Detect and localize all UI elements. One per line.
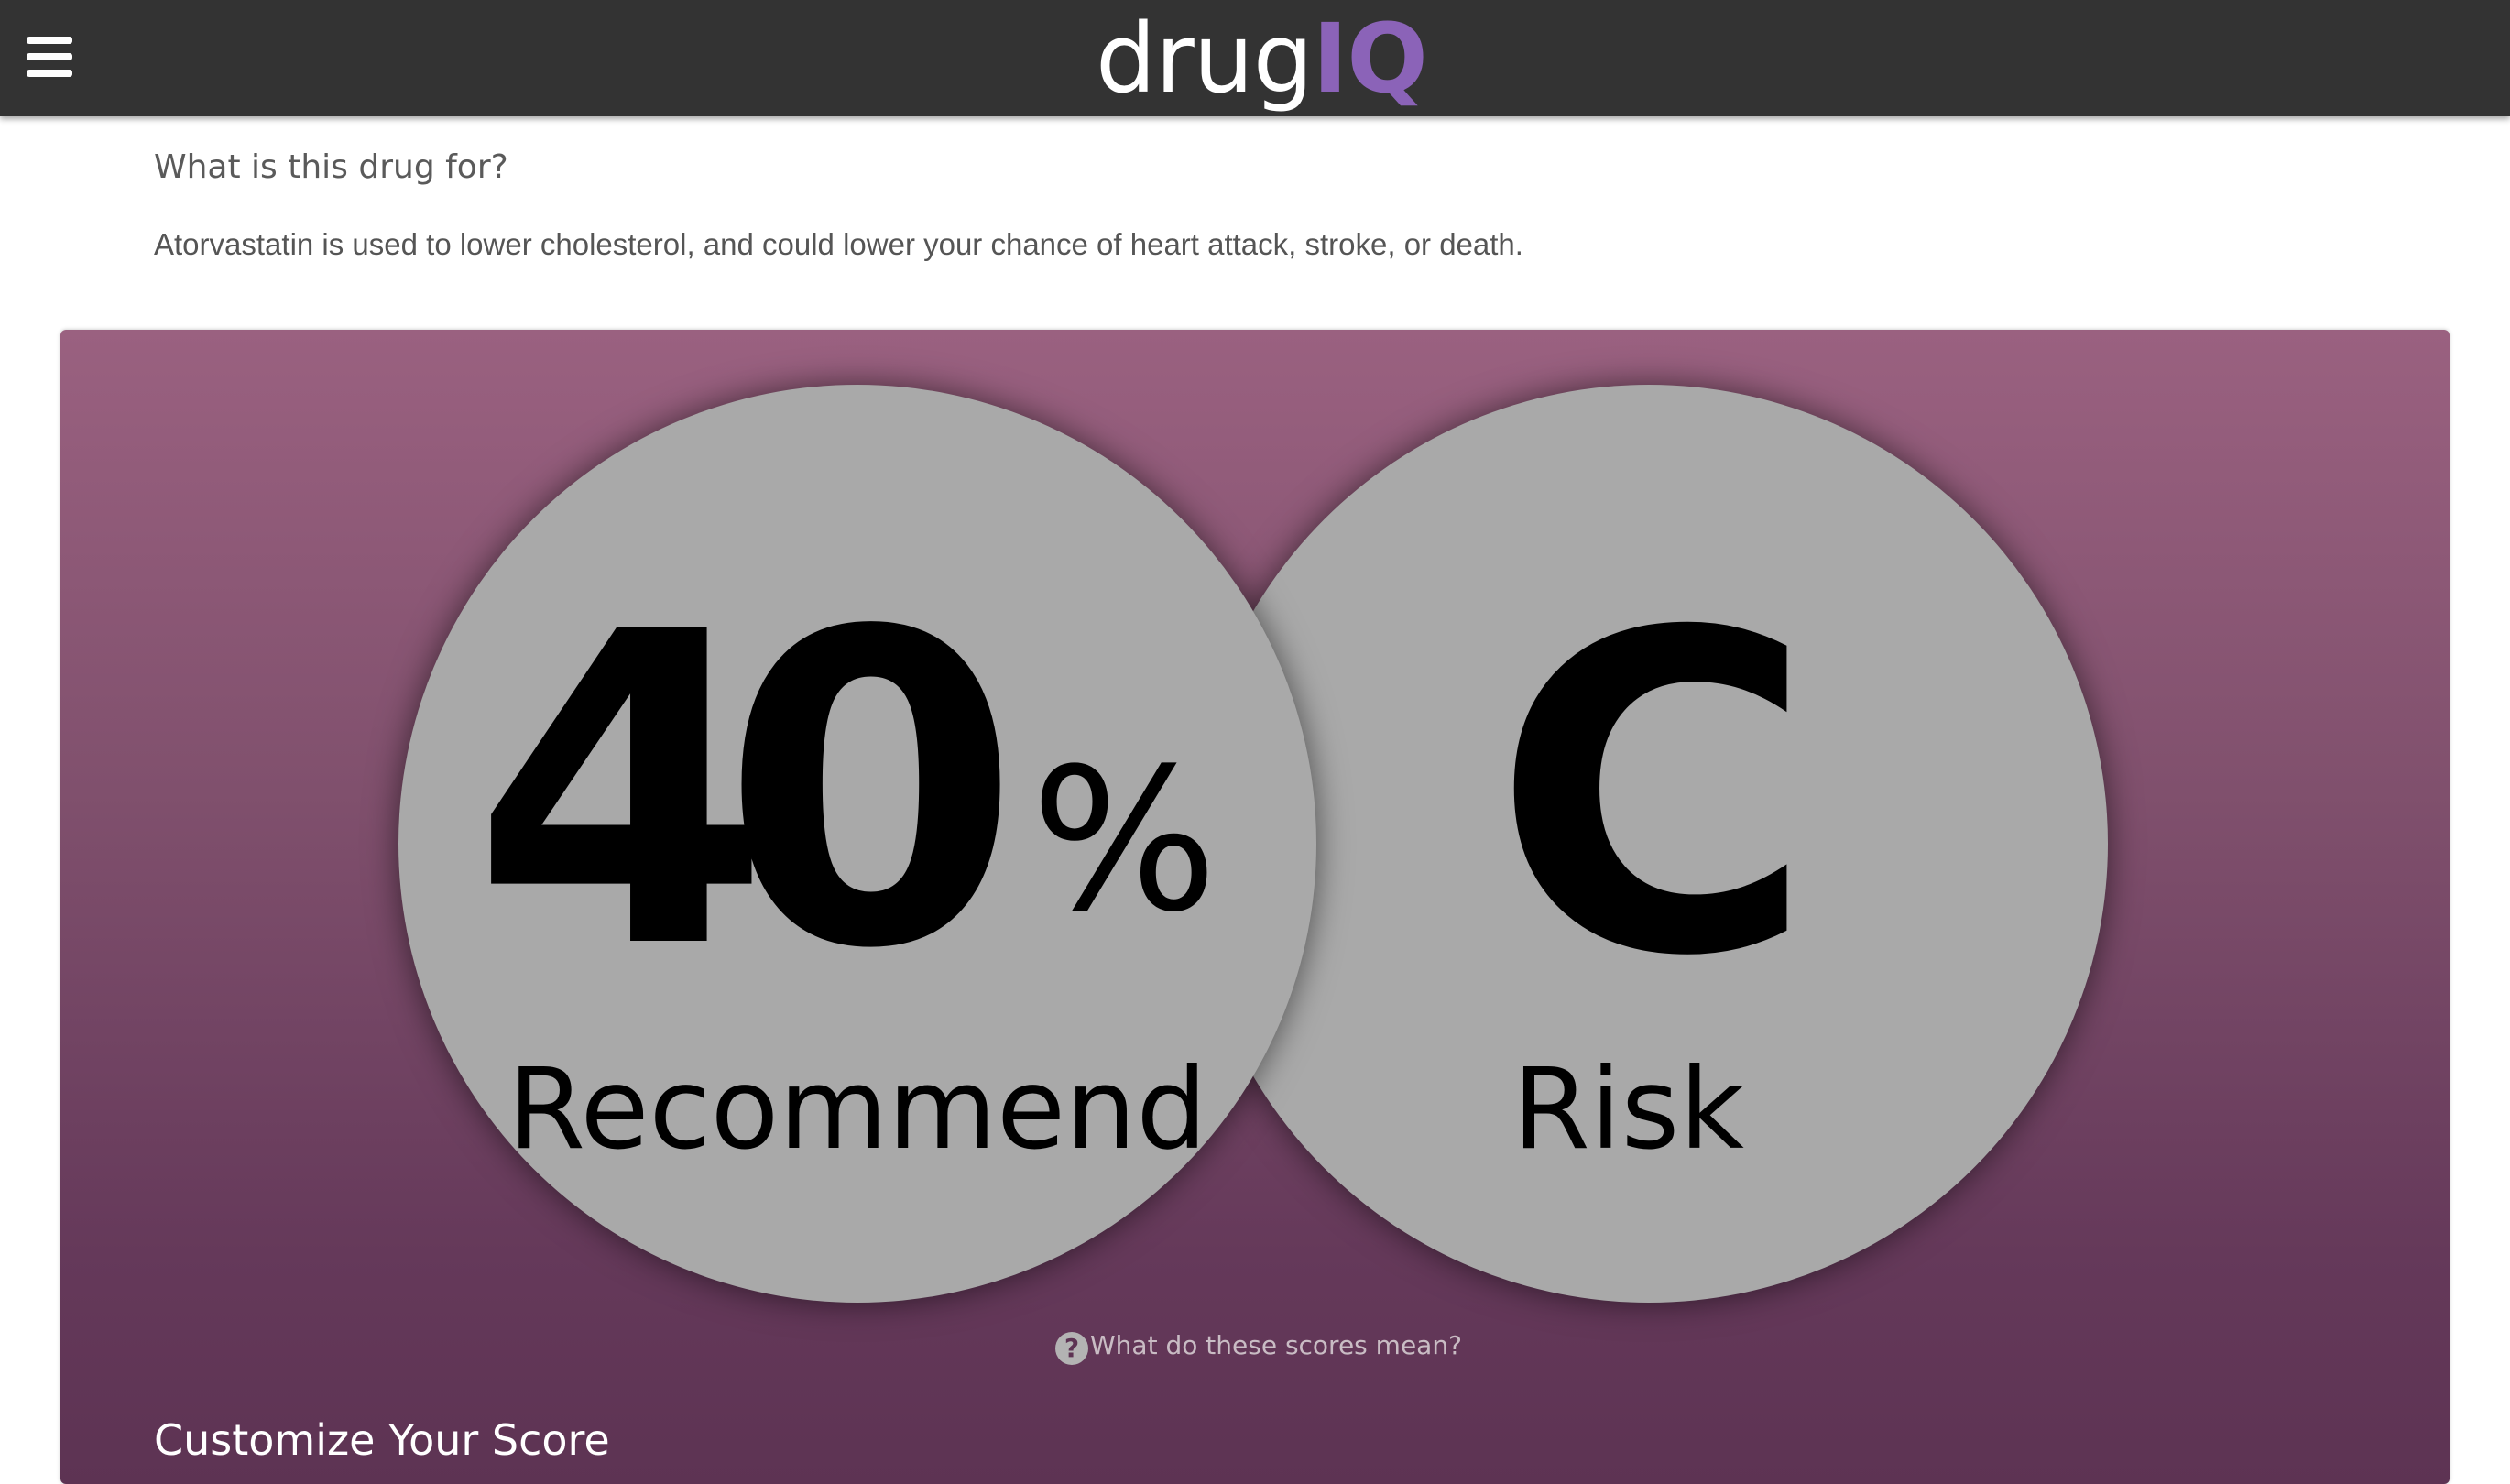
scores-help-link[interactable]: ? What do these scores mean? xyxy=(1055,1325,1462,1365)
drugiq-logo[interactable]: drug IQ xyxy=(1096,2,1428,115)
recommend-score-circle: 40 % Recommend xyxy=(398,385,1316,1303)
recommend-percent-sign: % xyxy=(1031,726,1218,955)
hamburger-menu-icon[interactable] xyxy=(27,37,72,77)
question-circle-icon[interactable]: ? xyxy=(1055,1332,1088,1365)
customize-score-heading: Customize Your Score xyxy=(154,1415,610,1465)
menu-bar-line xyxy=(27,53,72,60)
drug-purpose-description: Atorvastatin is used to lower cholestero… xyxy=(154,227,1523,261)
recommend-label: Recommend xyxy=(507,1044,1207,1174)
recommend-value: 40 % xyxy=(398,541,1316,1042)
drug-purpose-heading: What is this drug for? xyxy=(154,148,508,186)
risk-label: Risk xyxy=(1512,1044,1744,1174)
recommend-percentage-number: 40 xyxy=(472,541,1020,1042)
risk-score-circle: C Risk xyxy=(1190,385,2108,1303)
risk-grade: C xyxy=(1491,540,1816,1053)
logo-text-drug: drug xyxy=(1096,3,1314,115)
menu-bar-line xyxy=(27,70,72,77)
menu-bar-line xyxy=(27,37,72,44)
scores-help-text[interactable]: What do these scores mean? xyxy=(1090,1330,1462,1360)
logo-text-iq: IQ xyxy=(1312,3,1428,115)
top-nav-bar: drug IQ xyxy=(0,0,2510,116)
score-panel: C Risk 40 % Recommend ? What do these sc… xyxy=(60,330,2450,1484)
